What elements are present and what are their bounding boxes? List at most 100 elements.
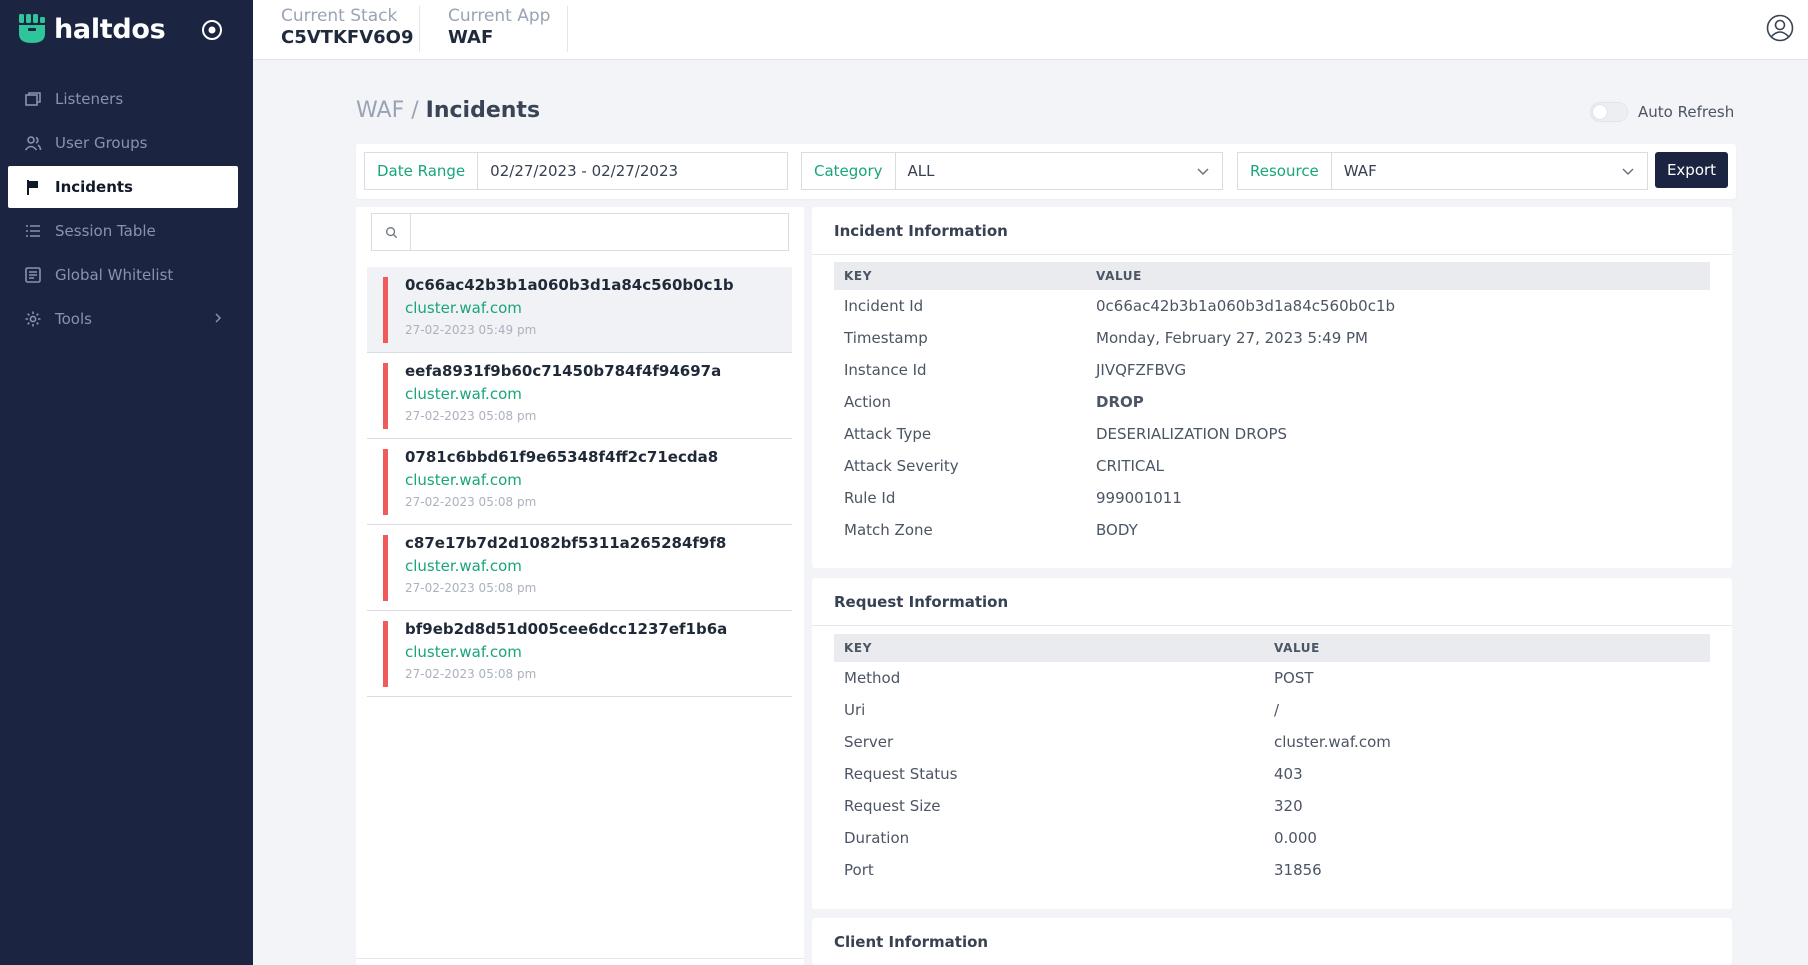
user-avatar-icon[interactable] <box>1766 14 1794 42</box>
incident-host: cluster.waf.com <box>405 471 522 489</box>
key-header: KEY <box>844 641 872 655</box>
kv-key: Method <box>844 669 901 687</box>
request-kv-table: KEY VALUE Method POST Uri / Server cluster.… <box>834 634 1710 886</box>
breadcrumb: WAF / Incidents <box>356 98 540 123</box>
chevron-down-icon <box>1622 168 1634 176</box>
sidebar-item-user-groups[interactable]: User Groups <box>8 122 238 164</box>
action-value: DROP <box>1096 393 1144 411</box>
kv-row: Action DROP <box>834 386 1710 418</box>
kv-key: Request Size <box>844 797 941 815</box>
kv-row: Timestamp Monday, February 27, 2023 5:49 … <box>834 322 1710 354</box>
auto-refresh-toggle[interactable] <box>1590 102 1628 122</box>
incident-list-item[interactable]: eefa8931f9b60c71450b784f4f94697a cluster… <box>367 353 792 439</box>
sidebar-item-label: Tools <box>55 310 92 328</box>
value-header: VALUE <box>1274 641 1320 655</box>
category-filter[interactable]: Category ALL <box>801 152 1223 190</box>
incident-host: cluster.waf.com <box>405 643 522 661</box>
resource-filter[interactable]: Resource WAF <box>1237 152 1648 190</box>
incident-id: 0781c6bbd61f9e65348f4ff2c71ecda8 <box>405 448 719 466</box>
category-select[interactable]: ALL <box>896 162 1196 180</box>
kv-value: DESERIALIZATION DROPS <box>1096 425 1288 443</box>
target-settings-icon[interactable] <box>200 18 224 42</box>
chevron-down-icon <box>1197 168 1209 176</box>
kv-header-row: KEY VALUE <box>834 634 1710 662</box>
listeners-icon <box>24 90 42 108</box>
breadcrumb-parent[interactable]: WAF <box>356 98 404 123</box>
search-input[interactable] <box>411 214 788 250</box>
incident-host: cluster.waf.com <box>405 299 522 317</box>
request-information-card: Request Information KEY VALUE Method POST… <box>812 578 1732 909</box>
kv-value: JIVQFZFBVG <box>1096 361 1187 379</box>
date-range-value[interactable]: 02/27/2023 - 02/27/2023 <box>478 162 787 180</box>
incident-list-item[interactable]: 0c66ac42b3b1a060b3d1a84c560b0c1b cluster… <box>367 267 792 353</box>
kv-key: Rule Id <box>844 489 896 507</box>
kv-row: Request Status 403 <box>834 758 1710 790</box>
list-divider <box>356 958 804 959</box>
sidebar-item-session-table[interactable]: Session Table <box>8 210 238 252</box>
incident-list-item[interactable]: c87e17b7d2d1082bf5311a265284f9f8 cluster… <box>367 525 792 611</box>
date-range-filter[interactable]: Date Range 02/27/2023 - 02/27/2023 <box>364 152 788 190</box>
search-box <box>371 213 789 251</box>
kv-key: Port <box>844 861 874 879</box>
kv-value: BODY <box>1096 521 1138 539</box>
kv-row: Duration 0.000 <box>834 822 1710 854</box>
kv-value: 999001011 <box>1096 489 1182 507</box>
value-header: VALUE <box>1096 269 1142 283</box>
sidebar-item-global-whitelist[interactable]: Global Whitelist <box>8 254 238 296</box>
incident-list-item[interactable]: bf9eb2d8d51d005cee6dcc1237ef1b6a cluster… <box>367 611 792 697</box>
kv-value: CRITICAL <box>1096 457 1164 475</box>
sidebar-item-listeners[interactable]: Listeners <box>8 78 238 120</box>
kv-key: Match Zone <box>844 521 933 539</box>
kv-row: Instance Id JIVQFZFBVG <box>834 354 1710 386</box>
kv-key: Action <box>844 393 891 411</box>
kv-value: POST <box>1274 669 1314 687</box>
current-stack-label: Current Stack <box>281 6 398 26</box>
incident-list: 0c66ac42b3b1a060b3d1a84c560b0c1b cluster… <box>367 267 792 697</box>
kv-value: DROP <box>1096 393 1144 411</box>
page-title: Incidents <box>425 98 541 123</box>
incident-time: 27-02-2023 05:08 pm <box>405 495 537 509</box>
kv-value: / <box>1274 701 1280 719</box>
incident-information-card: Incident Information KEY VALUE Incident … <box>812 207 1732 568</box>
resource-select[interactable]: WAF <box>1332 162 1621 180</box>
incident-id: bf9eb2d8d51d005cee6dcc1237ef1b6a <box>405 620 728 638</box>
kv-value: 0c66ac42b3b1a060b3d1a84c560b0c1b <box>1096 297 1396 315</box>
kv-value: 403 <box>1274 765 1303 783</box>
gear-icon <box>24 310 42 328</box>
kv-value: 31856 <box>1274 861 1322 879</box>
brand[interactable]: haltdos <box>18 12 166 46</box>
kv-value: 320 <box>1274 797 1303 815</box>
sidebar-item-label: Incidents <box>55 178 133 196</box>
kv-key: Incident Id <box>844 297 924 315</box>
sidebar-item-incidents[interactable]: Incidents <box>8 166 238 208</box>
kv-key: Timestamp <box>844 329 928 347</box>
kv-value: 0.000 <box>1274 829 1317 847</box>
breadcrumb-separator: / <box>404 98 426 123</box>
search-icon[interactable] <box>372 214 411 250</box>
incident-list-item[interactable]: 0781c6bbd61f9e65348f4ff2c71ecda8 cluster… <box>367 439 792 525</box>
incident-kv-table: KEY VALUE Incident Id 0c66ac42b3b1a060b3d… <box>834 262 1710 546</box>
severity-indicator <box>383 363 388 429</box>
auto-refresh-label: Auto Refresh <box>1638 103 1735 121</box>
kv-value: cluster.waf.com <box>1274 733 1391 751</box>
sidebar-item-label: Session Table <box>55 222 156 240</box>
incident-host: cluster.waf.com <box>405 385 522 403</box>
key-header: KEY <box>844 269 872 283</box>
current-stack[interactable]: Current Stack C5VTKFV6O9 <box>253 6 420 52</box>
sidebar-nav: Listeners User Groups Incidents Session … <box>8 78 238 342</box>
kv-row: Incident Id 0c66ac42b3b1a060b3d1a84c560b0… <box>834 290 1710 322</box>
date-range-label: Date Range <box>365 153 479 189</box>
resource-label: Resource <box>1238 153 1332 189</box>
filter-bar: Date Range 02/27/2023 - 02/27/2023 Categ… <box>356 144 1736 199</box>
card-title: Incident Information <box>812 207 1732 255</box>
current-app[interactable]: Current App WAF <box>420 6 568 52</box>
kv-key: Duration <box>844 829 910 847</box>
sidebar-item-tools[interactable]: Tools <box>8 298 238 340</box>
kv-key: Instance Id <box>844 361 927 379</box>
kv-value: Monday, February 27, 2023 5:49 PM <box>1096 329 1368 347</box>
export-button[interactable]: Export <box>1655 152 1728 188</box>
user-groups-icon <box>24 134 42 152</box>
severity-indicator <box>383 277 388 343</box>
flag-icon <box>24 178 42 196</box>
severity-indicator <box>383 449 388 515</box>
